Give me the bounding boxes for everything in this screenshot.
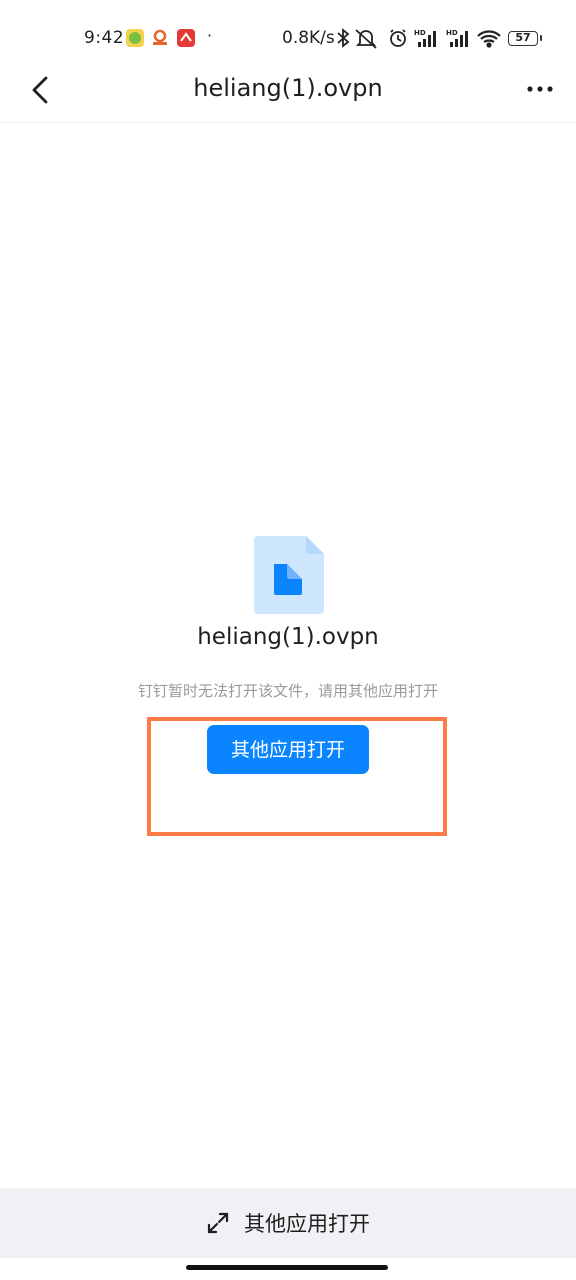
page-title: heliang(1).ovpn	[193, 74, 383, 102]
app-notification-icon-green	[126, 29, 144, 47]
home-indicator[interactable]	[186, 1265, 388, 1270]
hd-signal-icon-2: HD	[446, 29, 468, 47]
alarm-icon	[390, 29, 406, 47]
status-dot: ·	[207, 26, 213, 45]
file-name: heliang(1).ovpn	[197, 624, 379, 650]
more-options-button[interactable]	[520, 74, 560, 104]
bottom-bar-label: 其他应用打开	[244, 1212, 370, 1236]
open-with-other-app-button[interactable]: 其他应用打开	[207, 725, 369, 774]
expand-icon	[207, 1212, 229, 1234]
file-icon	[254, 536, 324, 614]
hd-signal-icon-1: HD	[414, 29, 436, 47]
network-speed: 0.8K/s	[282, 28, 335, 48]
bluetooth-icon	[337, 28, 350, 48]
battery-icon: 57	[508, 31, 542, 46]
status-time: 9:42	[84, 28, 125, 48]
app-notification-icon-orange	[151, 29, 169, 47]
mute-icon	[355, 29, 377, 49]
cannot-open-hint: 钉钉暂时无法打开该文件，请用其他应用打开	[137, 682, 438, 700]
title-bar: heliang(1).ovpn	[0, 60, 576, 123]
chevron-left-icon	[32, 76, 48, 104]
bottom-action-bar[interactable]: 其他应用打开	[0, 1188, 576, 1258]
bottom-open-with-other-app[interactable]: 其他应用打开	[0, 1208, 576, 1238]
more-icon	[527, 86, 553, 92]
svg-text:HD: HD	[414, 29, 426, 37]
svg-text:HD: HD	[446, 29, 458, 37]
back-button[interactable]	[24, 70, 64, 110]
status-icons: HD HD	[337, 28, 501, 49]
app-notification-icon-red	[177, 29, 195, 47]
wifi-icon	[477, 30, 501, 48]
